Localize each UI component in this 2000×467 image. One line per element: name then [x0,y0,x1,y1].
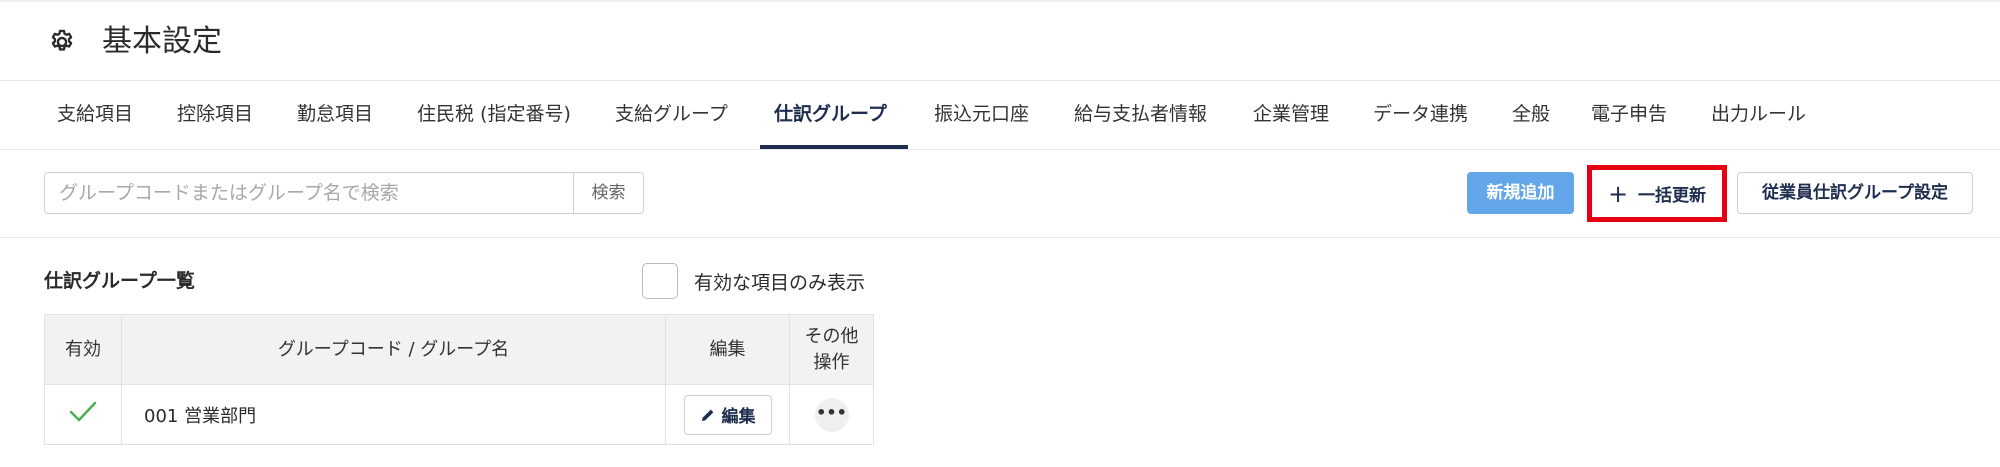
tab-data-renkei[interactable]: データ連携 [1373,81,1468,150]
employee-group-setting-button[interactable]: 従業員仕訳グループ設定 [1737,172,1973,214]
tab-shiwake-group[interactable]: 仕訳グループ [774,81,887,150]
toolbar: 検索 新規追加 + 一括更新 従業員仕訳グループ設定 [0,150,2000,238]
tab-zenpan[interactable]: 全般 [1512,81,1550,150]
group-name-cell: 001 営業部門 [121,384,666,445]
journal-group-table: 有効 グループコード / グループ名 編集 その他 操作 001 営業部門 編集… [44,314,874,445]
settings-tabs: 支給項目 控除項目 勤怠項目 住民税 (指定番号) 支給グループ 仕訳グループ … [0,80,2000,150]
tab-furikomi-koza[interactable]: 振込元口座 [934,81,1029,150]
search-button[interactable]: 検索 [574,172,644,214]
bulk-update-button[interactable]: + 一括更新 [1592,170,1722,217]
column-header-other-line2: 操作 [813,351,850,373]
enabled-cell [44,384,122,445]
tab-shiharaisha[interactable]: 給与支払者情報 [1074,81,1207,150]
edit-button[interactable]: 編集 [683,394,772,435]
check-icon [69,401,97,422]
column-header-enabled: 有効 [44,314,122,385]
tab-shikyu-group[interactable]: 支給グループ [615,81,728,150]
page-header: 基本設定 [0,0,2000,80]
column-header-other: その他 操作 [789,314,874,385]
tab-koujo-koumoku[interactable]: 控除項目 [177,81,253,150]
gear-icon [51,29,73,51]
edit-cell: 編集 [665,384,790,445]
column-header-edit: 編集 [665,314,790,385]
tab-denshi-shinkoku[interactable]: 電子申告 [1591,81,1667,150]
more-options-button[interactable]: ••• [814,397,849,432]
plus-icon: + [1607,179,1629,208]
search-input[interactable] [44,172,574,214]
tab-kintai-koumoku[interactable]: 勤怠項目 [297,81,373,150]
table-header-row: 有効 グループコード / グループ名 編集 その他 操作 [44,314,874,385]
bulk-update-label: 一括更新 [1638,186,1707,206]
table-row: 001 営業部門 編集 ••• [44,384,874,445]
list-title: 仕訳グループ一覧 [44,270,195,292]
tab-shutsuryoku-rule[interactable]: 出力ルール [1711,81,1806,150]
more-cell: ••• [789,384,874,445]
column-header-name: グループコード / グループ名 [121,314,666,385]
edit-button-label: 編集 [721,407,756,427]
pencil-icon [701,409,713,421]
new-add-button[interactable]: 新規追加 [1467,172,1574,214]
tab-juminzei[interactable]: 住民税 (指定番号) [417,81,571,150]
column-header-other-line1: その他 [804,325,859,347]
active-tab-indicator [760,145,908,149]
active-only-checkbox[interactable] [642,263,678,299]
tab-shikyu-koumoku[interactable]: 支給項目 [57,81,133,150]
page-title: 基本設定 [102,24,222,59]
bulk-update-highlight: + 一括更新 [1587,165,1727,222]
active-only-label[interactable]: 有効な項目のみ表示 [694,268,865,295]
tab-kigyo-kanri[interactable]: 企業管理 [1253,81,1329,150]
